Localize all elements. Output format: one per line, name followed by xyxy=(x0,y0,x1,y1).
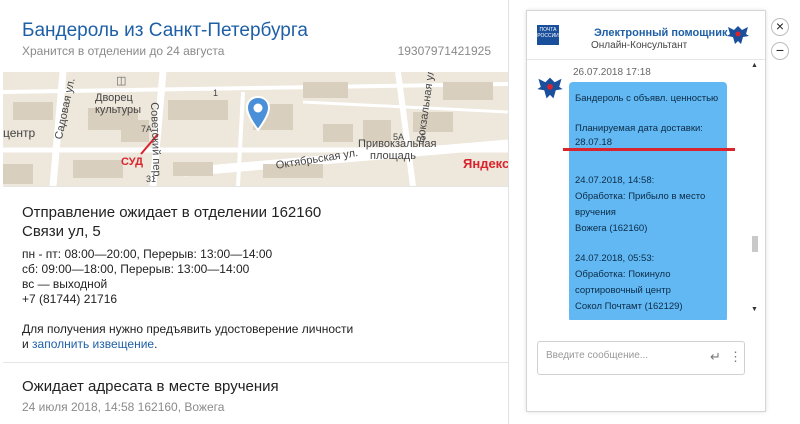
tracking-number: 19307971421925 xyxy=(397,44,491,58)
chat-scrollbar[interactable]: ▲ ▼ xyxy=(749,60,761,318)
location-pin-icon[interactable] xyxy=(245,96,271,132)
map-label-culture: Дворец культуры xyxy=(95,92,142,116)
scroll-up-icon[interactable]: ▲ xyxy=(751,62,758,69)
message-line: Сокол Почтамт (162129) xyxy=(575,301,683,312)
message-line: Вожега (162160) xyxy=(575,223,648,234)
message-input-box[interactable]: ↵ ⋮ xyxy=(537,341,745,375)
fill-notice-link[interactable]: заполнить извещение xyxy=(32,337,154,351)
museum-icon: ◫ xyxy=(116,75,127,87)
parcel-title: Бандероль из Санкт-Петербурга xyxy=(22,20,308,41)
office-status: Отправление ожидает в отделении 162160 С… xyxy=(22,204,322,240)
office-address: Связи ул, 5 xyxy=(22,223,101,240)
scroll-down-icon[interactable]: ▼ xyxy=(751,306,758,313)
chat-subtitle: Онлайн-Консультант xyxy=(591,40,688,51)
map-label-court: СУД xyxy=(121,156,143,168)
office-hours: пн - пт: 08:00—20:00, Перерыв: 13:00—14:… xyxy=(22,247,273,291)
message-line: Планируемая дата доставки: xyxy=(575,123,703,134)
map-label-31: 31 xyxy=(146,174,157,184)
map-label-centre: центр xyxy=(3,126,36,140)
message-line: 24.07.2018, 14:58: xyxy=(575,175,655,186)
delivery-detail: 24 июля 2018, 14:58 162160, Вожега xyxy=(22,400,225,414)
map-label-7a: 7А xyxy=(141,124,153,134)
id-requirement-note: Для получения нужно предъявить удостовер… xyxy=(22,322,354,351)
message-line: Бандероль с объявл. ценностью xyxy=(575,93,719,104)
map[interactable]: Дворец культуры Садовая ул. Советский пе… xyxy=(3,72,508,186)
message-input[interactable] xyxy=(544,349,708,362)
divider xyxy=(3,362,508,363)
map-label-5: 5 xyxy=(421,132,427,142)
yandex-logo: Яндекс xyxy=(463,156,508,171)
eagle-emblem-icon xyxy=(727,26,749,44)
map-label-1: 1 xyxy=(213,88,219,98)
message-line: сортировочный центр xyxy=(575,285,671,296)
minimize-chat-button[interactable]: − xyxy=(771,42,789,60)
chat-title: Электронный помощник xyxy=(594,27,728,39)
message-bubble: Бандероль с объявл. ценностью Планируема… xyxy=(569,82,727,320)
delivery-date-underline xyxy=(563,148,735,151)
message-line: Обработка: Прибыло в место xyxy=(575,191,706,202)
message-line: Обработка: Покинуло xyxy=(575,269,671,280)
more-options-icon[interactable]: ⋮ xyxy=(729,349,742,365)
close-chat-button[interactable]: × xyxy=(771,18,789,36)
message-line: 24.07.2018, 05:53: xyxy=(575,253,655,264)
message-time: 26.07.2018 17:18 xyxy=(573,67,651,78)
delivery-status: Ожидает адресата в месте вручения xyxy=(22,378,279,395)
message-line: вручения xyxy=(575,207,616,218)
stored-until: Хранится в отделении до 24 августа xyxy=(22,44,225,58)
enter-icon[interactable]: ↵ xyxy=(710,349,721,365)
chat-header: ПОЧТА РОССИИ Электронный помощник Онлайн… xyxy=(527,11,765,60)
chat-widget: ПОЧТА РОССИИ Электронный помощник Онлайн… xyxy=(526,10,766,412)
chat-messages[interactable]: 26.07.2018 17:18 Бандероль с объявл. цен… xyxy=(527,60,765,320)
parcel-card: Бандероль из Санкт-Петербурга Хранится в… xyxy=(3,0,509,424)
russian-post-logo: ПОЧТА РОССИИ xyxy=(537,25,559,45)
scroll-thumb[interactable] xyxy=(752,236,758,252)
assistant-avatar-icon xyxy=(537,77,563,99)
divider xyxy=(3,186,508,187)
map-label-5a: 5А xyxy=(393,132,405,142)
office-phone: +7 (81744) 21716 xyxy=(22,292,118,306)
